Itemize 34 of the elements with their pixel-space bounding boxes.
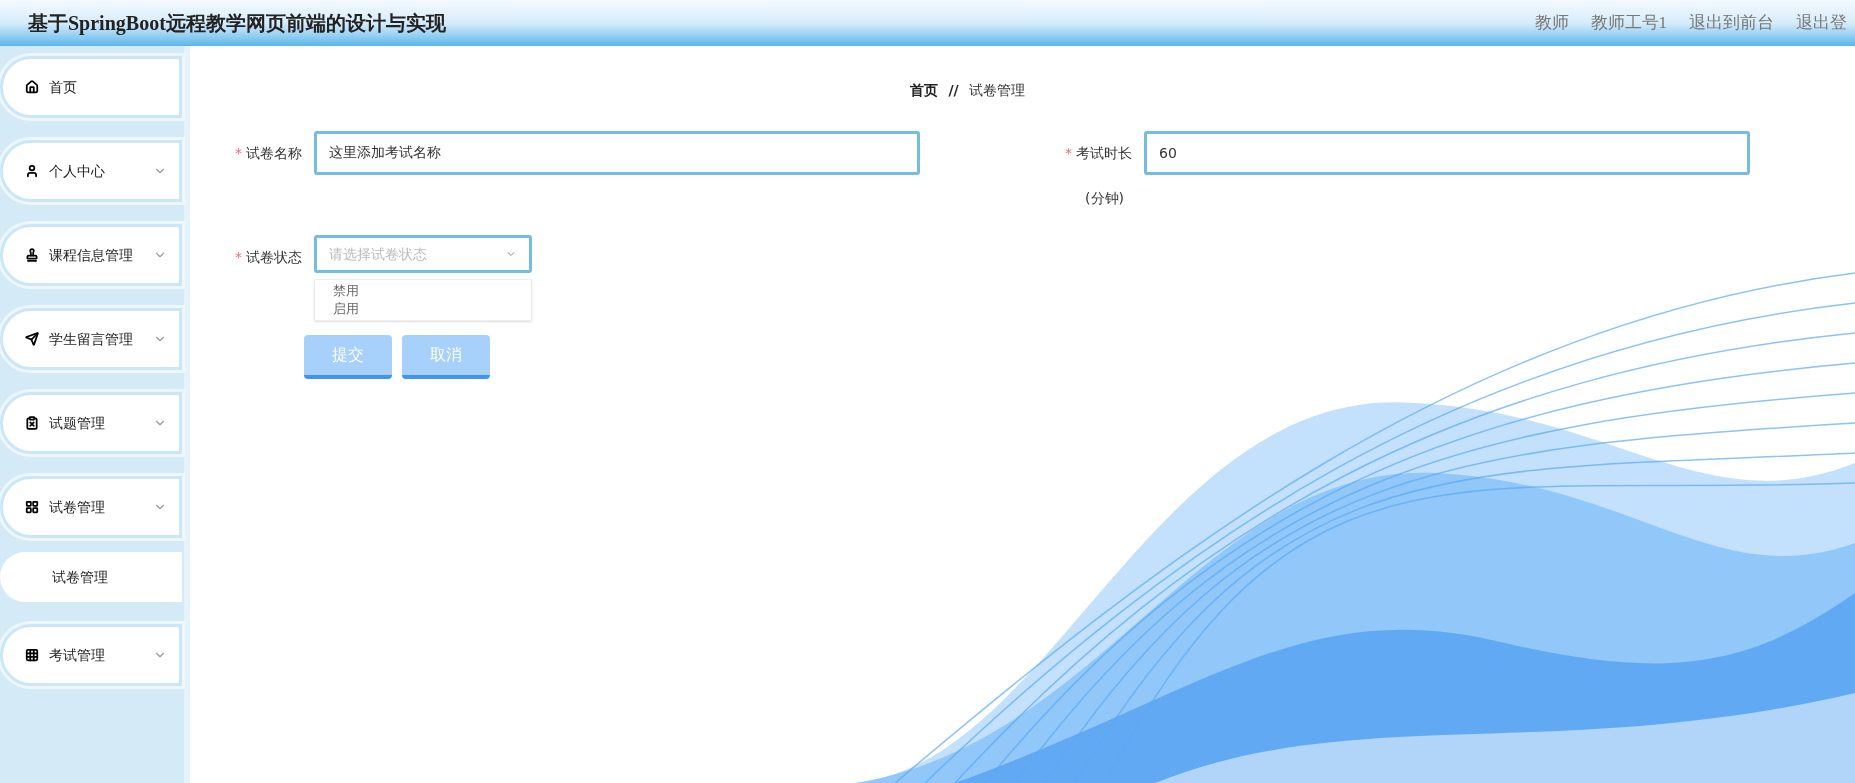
app-title: 基于SpringBoot远程教学网页前端的设计与实现 (28, 11, 446, 37)
field-label: 考试时长 (1076, 144, 1132, 163)
sidebar-item[interactable]: 考试管理 (0, 624, 182, 686)
user-info: 教师工号1 (1590, 12, 1667, 35)
submenu-item[interactable]: 试卷管理 (0, 552, 182, 602)
sidebar-item[interactable]: 个人中心 (0, 140, 182, 202)
breadcrumb-separator: // (948, 81, 959, 100)
stamp-icon (25, 248, 39, 262)
grid-icon (25, 648, 39, 662)
sidebar-item[interactable]: 首页 (0, 56, 182, 118)
text-input[interactable]: 60 (1144, 131, 1750, 175)
clipboard-x-icon (25, 416, 39, 430)
header-link[interactable]: 退出到前台 (1689, 10, 1774, 36)
required-mark: * (235, 144, 242, 163)
sidebar-item[interactable]: 学生留言管理 (0, 308, 182, 370)
required-mark: * (1065, 144, 1072, 163)
unit-hint: (分钟) (1085, 189, 1124, 208)
user-icon (25, 164, 39, 178)
header-link[interactable]: 退出登 (1796, 10, 1847, 36)
required-mark: * (235, 248, 242, 267)
breadcrumb-item: 试卷管理 (968, 81, 1025, 100)
sidebar-item[interactable]: 试题管理 (0, 392, 182, 454)
text-input[interactable]: 这里添加考试名称 (314, 131, 920, 175)
paper-plane-icon (25, 332, 39, 346)
home-icon (25, 80, 39, 94)
field-label: 试卷名称 (246, 144, 302, 163)
field-label: 试卷状态 (246, 248, 302, 267)
breadcrumb-item[interactable]: 首页 (910, 80, 939, 101)
sidebar-item[interactable]: 试卷管理 (0, 476, 182, 538)
sidebar-item[interactable]: 课程信息管理 (0, 224, 182, 286)
dropdown-option[interactable]: 禁用 (315, 282, 531, 300)
user-info: 教师 (1534, 12, 1569, 35)
four-squares-icon (25, 500, 39, 514)
dropdown-option[interactable]: 启用 (315, 300, 531, 318)
